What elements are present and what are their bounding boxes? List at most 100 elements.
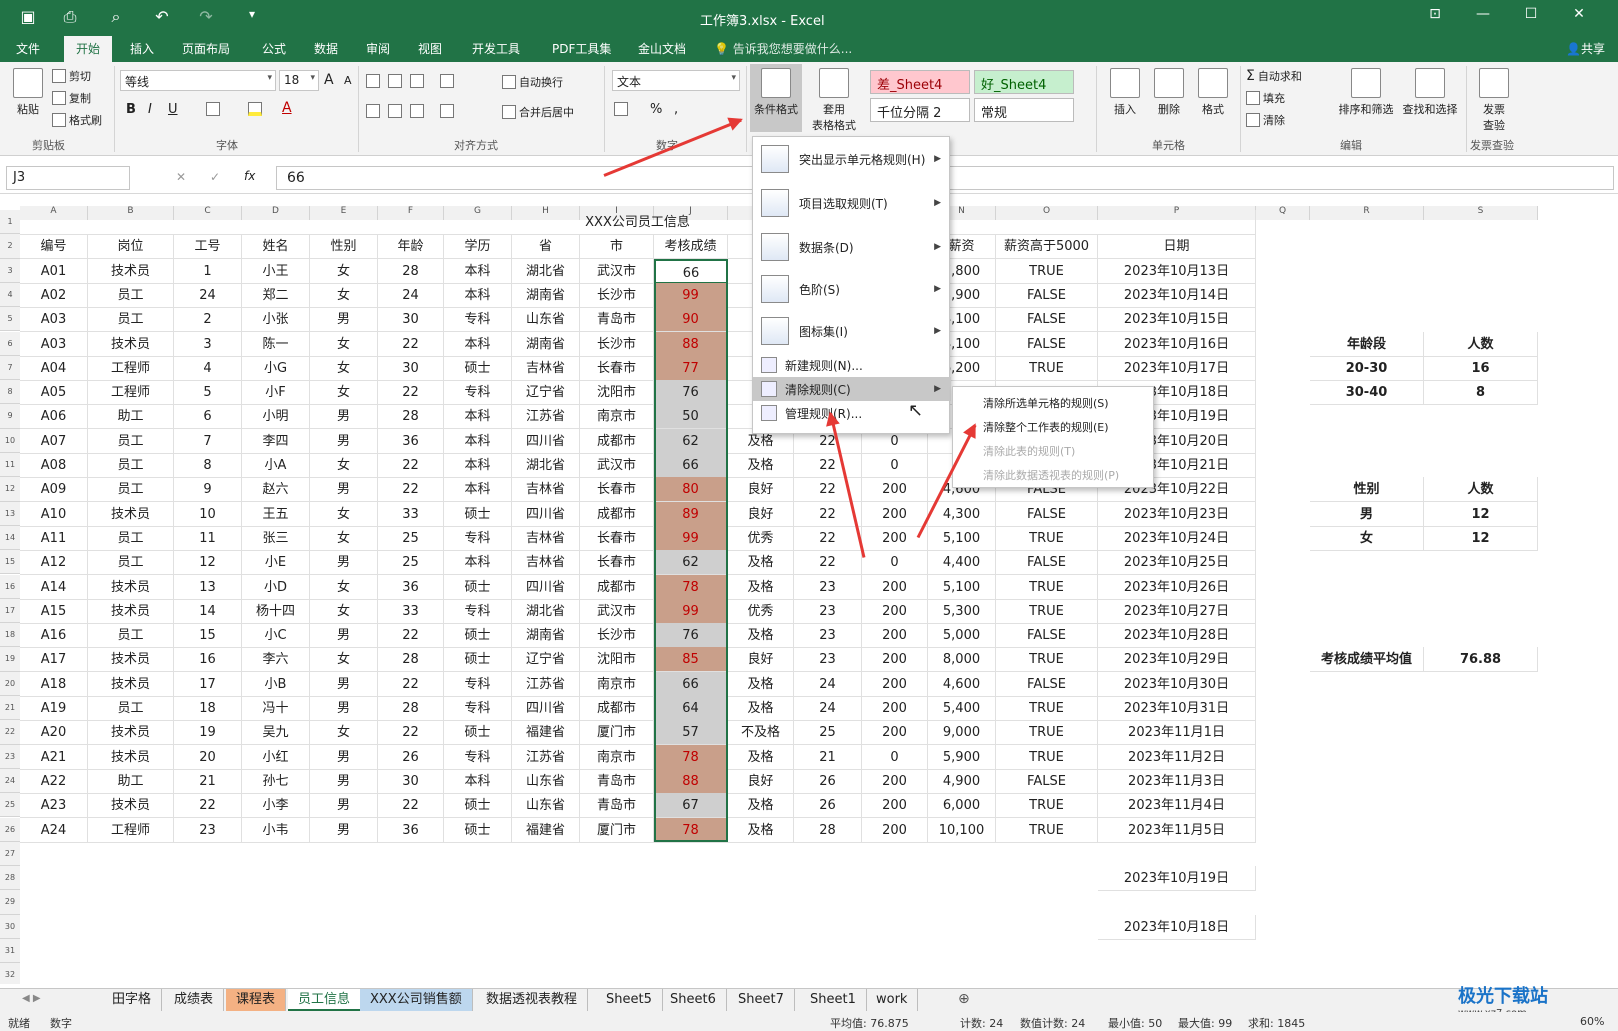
autosum-button[interactable]: Σ 自动求和 [1246,68,1302,84]
style-good[interactable]: 好_Sheet4 [974,70,1074,94]
sheet-tab[interactable]: 田字格 [102,989,163,1011]
table-cell[interactable]: 24 [794,671,862,697]
table-cell[interactable]: 员工 [88,550,174,576]
table-cell[interactable]: 2023年10月17日 [1098,355,1256,381]
table-cell[interactable]: A08 [20,453,88,478]
age-range[interactable]: 20-30 [1310,355,1424,381]
table-cell[interactable]: 2023年11月1日 [1098,720,1256,746]
table-cell[interactable]: 四川省 [512,428,580,454]
row-header[interactable]: 2 [0,234,20,259]
score-cell[interactable]: 64 [654,696,728,721]
table-cell[interactable]: 本科 [444,282,512,308]
table-cell[interactable]: 及格 [728,744,794,770]
gender-header[interactable]: 性别 [1310,477,1424,503]
column-label[interactable]: 年龄 [378,234,444,260]
table-cell[interactable]: 女 [310,258,378,284]
table-cell[interactable]: 女 [310,282,378,308]
table-cell[interactable]: 5,400 [928,696,996,721]
table-cell[interactable]: A09 [20,477,88,503]
table-cell[interactable]: TRUE [996,744,1098,770]
row-header[interactable]: 4 [0,282,20,308]
table-cell[interactable]: TRUE [996,720,1098,746]
table-cell[interactable]: 本科 [444,331,512,357]
table-cell[interactable]: FALSE [996,671,1098,697]
age-range[interactable]: 30-40 [1310,380,1424,406]
table-cell[interactable]: 10 [174,501,242,527]
table-cell[interactable]: 2023年10月24日 [1098,525,1256,551]
table-cell[interactable]: 湖北省 [512,453,580,478]
align-top-button[interactable] [366,74,380,88]
table-cell[interactable]: 小G [242,355,310,381]
tab-data[interactable]: 数据 [314,40,338,57]
table-cell[interactable]: 专科 [444,525,512,551]
cf-menu-item[interactable]: 数据条(D) ▶ [753,227,951,267]
table-cell[interactable]: 张三 [242,525,310,551]
font-family-select[interactable]: 等线 [120,70,276,91]
table-cell[interactable]: 22 [378,720,444,746]
table-cell[interactable]: 28 [794,817,862,843]
table-cell[interactable]: 女 [310,574,378,600]
table-cell[interactable]: 12 [174,550,242,576]
table-cell[interactable]: 28 [378,404,444,430]
table-cell[interactable]: 专科 [444,671,512,697]
row-header[interactable]: 27 [0,841,20,867]
table-cell[interactable]: FALSE [996,307,1098,333]
table-cell[interactable]: A19 [20,696,88,721]
table-cell[interactable]: 30 [378,307,444,333]
table-cell[interactable]: A12 [20,550,88,576]
table-cell[interactable]: A03 [20,307,88,333]
table-cell[interactable]: 22 [378,453,444,478]
table-cell[interactable]: 湖南省 [512,282,580,308]
row-header[interactable]: 6 [0,331,20,356]
table-cell[interactable]: 江苏省 [512,671,580,697]
table-cell[interactable]: 硕士 [444,793,512,819]
column-label[interactable]: 省 [512,234,580,260]
table-cell[interactable]: 2023年10月18日 [1098,914,1256,940]
row-header[interactable]: 21 [0,696,20,721]
score-cell[interactable]: 76 [654,380,728,406]
table-cell[interactable]: 本科 [444,477,512,503]
table-cell[interactable]: 16 [174,647,242,673]
table-cell[interactable]: 女 [310,720,378,746]
cf-menu-item[interactable]: 图标集(I) ▶ [753,311,951,351]
table-cell[interactable]: 小王 [242,258,310,284]
table-cell[interactable]: A23 [20,793,88,819]
table-cell[interactable]: 26 [794,793,862,819]
table-cell[interactable]: A15 [20,598,88,624]
column-label[interactable]: 编号 [20,234,88,260]
tab-home[interactable]: 开始 [64,36,113,62]
score-cell[interactable]: 89 [654,501,728,527]
clear-rules-item[interactable]: 清除规则(C) ▶ [753,377,951,401]
table-cell[interactable]: 不及格 [728,720,794,746]
border-button[interactable] [206,102,220,116]
customize-icon[interactable]: ▾ [240,7,264,21]
table-cell[interactable]: 及格 [728,574,794,600]
table-cell[interactable]: 22 [794,550,862,576]
table-cell[interactable]: TRUE [996,525,1098,551]
table-cell[interactable]: TRUE [996,355,1098,381]
table-cell[interactable]: 专科 [444,696,512,721]
sheet-tab[interactable]: Sheet7 [728,989,795,1011]
sheet-tab[interactable]: 课程表 [226,989,287,1011]
table-cell[interactable]: 女 [310,647,378,673]
tab-page-layout[interactable]: 页面布局 [182,40,230,57]
table-cell[interactable]: 26 [378,744,444,770]
table-cell[interactable]: 13 [174,574,242,600]
table-cell[interactable]: 助工 [88,768,174,794]
table-cell[interactable]: 200 [862,720,928,746]
table-cell[interactable]: 2023年11月3日 [1098,768,1256,794]
row-header[interactable]: 30 [0,914,20,939]
table-cell[interactable]: 技术员 [88,598,174,624]
table-cell[interactable]: A20 [20,720,88,746]
clear-selected-cells-rules[interactable]: 清除所选单元格的规则(S) [983,395,1109,411]
score-cell[interactable]: 66 [654,453,728,478]
row-header[interactable]: 32 [0,963,20,984]
table-cell[interactable]: 男 [310,477,378,503]
table-cell[interactable]: 青岛市 [580,307,654,333]
table-cell[interactable]: A02 [20,282,88,308]
table-cell[interactable]: 吉林省 [512,550,580,576]
table-cell[interactable]: 28 [378,647,444,673]
table-cell[interactable]: 23 [794,598,862,624]
clear-entire-sheet-rules[interactable]: 清除整个工作表的规则(E) [983,419,1109,435]
bold-button[interactable]: B [126,102,136,117]
